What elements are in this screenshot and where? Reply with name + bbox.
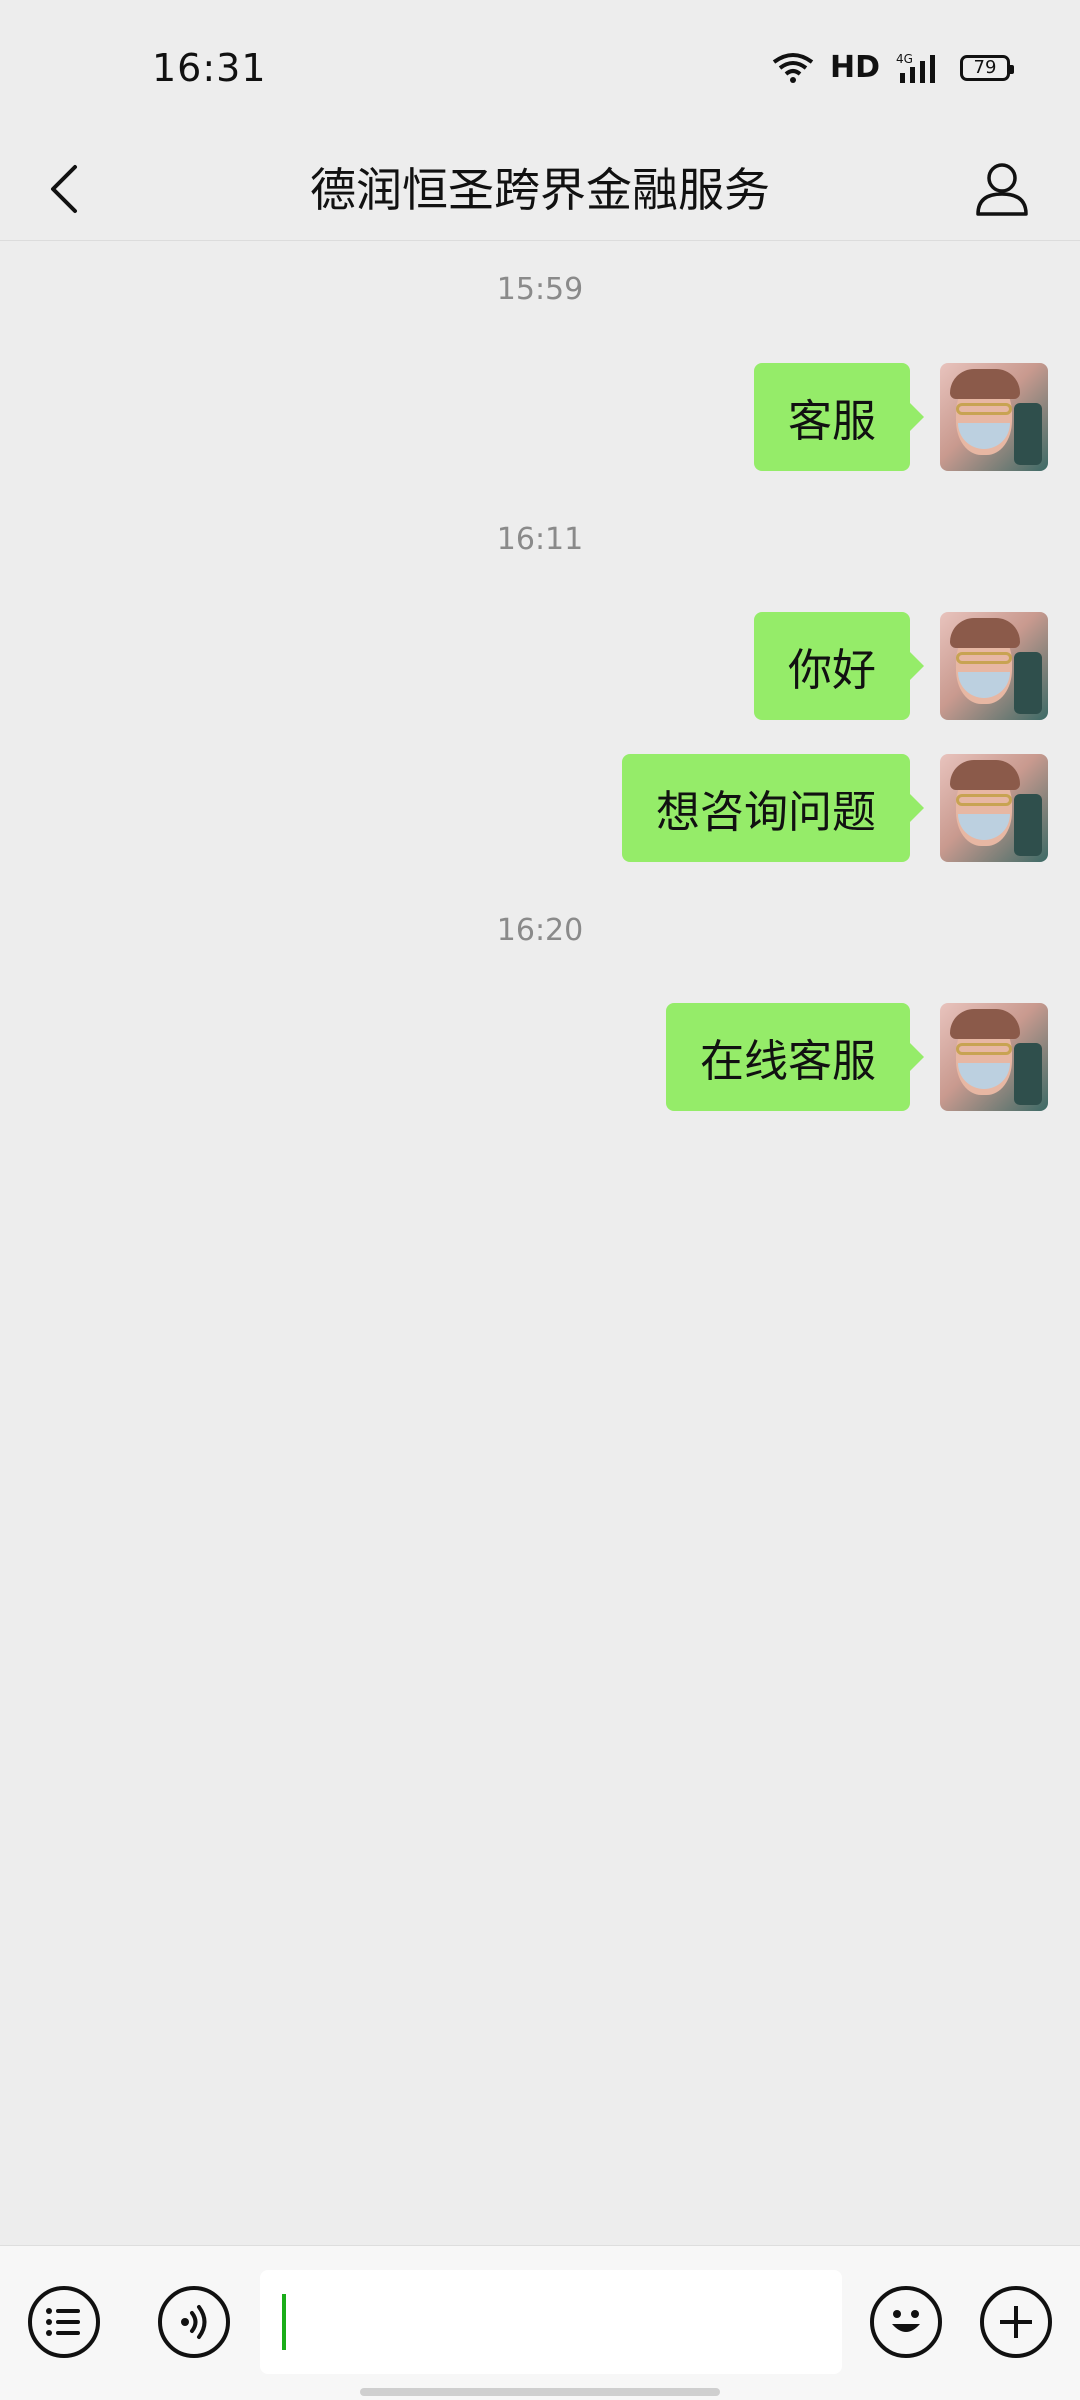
message-bubble[interactable]: 客服 [754,363,924,471]
home-indicator [360,2388,720,2396]
message-bubble[interactable]: 想咨询问题 [622,754,924,862]
status-time: 16:31 [152,46,267,90]
avatar[interactable] [940,1003,1048,1111]
message-row: 在线客服 [666,1003,1048,1111]
network-type-label: 4G [896,52,913,66]
message-bubble[interactable]: 在线客服 [666,1003,924,1111]
emoji-icon [892,2310,920,2332]
message-row: 客服 [754,363,1048,471]
battery-level: 79 [973,56,997,78]
message-timestamp: 15:59 [496,272,584,307]
status-bar: 16:31 HD 4G 79 [0,0,1080,140]
chat-title: 德润恒圣跨界金融服务 [310,163,770,217]
voice-button[interactable] [158,2286,230,2358]
text-caret [282,2294,286,2350]
input-bar [0,2245,1080,2400]
message-timestamp: 16:20 [496,913,584,948]
message-bubble[interactable]: 你好 [754,612,924,720]
avatar[interactable] [940,754,1048,862]
signal-icon: 4G [896,52,935,83]
voice-icon [181,2305,207,2339]
avatar[interactable] [940,612,1048,720]
chat-info-button[interactable] [962,148,1042,228]
more-button[interactable] [980,2286,1052,2358]
battery-icon: 79 [960,54,1014,81]
message-row: 想咨询问题 [622,754,1048,862]
emoji-button[interactable] [870,2286,942,2358]
chat-header: 德润恒圣跨界金融服务 [0,140,1080,241]
person-icon [976,163,1028,216]
message-row: 你好 [754,612,1048,720]
message-input[interactable] [260,2270,842,2374]
chat-screen: 16:31 HD 4G 79 德润恒圣跨界金融服务 15:59 客服 16:11… [0,0,1080,2400]
message-timestamp: 16:11 [496,522,584,557]
menu-list-icon [46,2308,80,2336]
status-icons: HD 4G 79 [772,50,1014,85]
plus-icon [1000,2306,1032,2338]
menu-button[interactable] [28,2286,100,2358]
network-hd-label: HD [829,50,880,85]
avatar[interactable] [940,363,1048,471]
wifi-icon [772,52,814,83]
